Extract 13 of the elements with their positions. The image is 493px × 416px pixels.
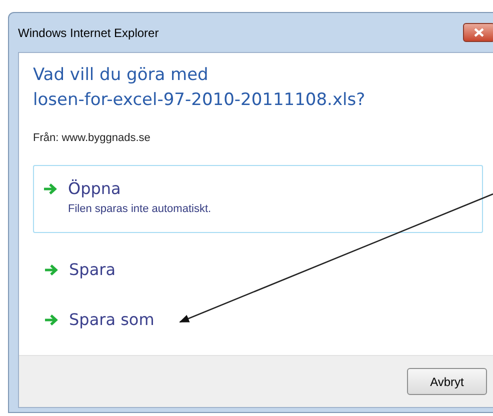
window-title: Windows Internet Explorer (18, 24, 159, 42)
close-button[interactable] (463, 23, 493, 42)
arrow-icon (44, 264, 58, 276)
heading-text: losen-for-excel-97-2010-20111108.xls? (33, 89, 366, 112)
option-link[interactable]: Spara som (33, 295, 483, 345)
arrow-icon (44, 314, 58, 326)
source-text: Från: www.byggnads.se (33, 131, 152, 146)
arrow-icon (43, 182, 57, 194)
option-link[interactable]: Öppna Filen sparas inte automatiskt. (33, 164, 483, 233)
cancel-button[interactable]: Avbryt (407, 368, 487, 395)
close-icon (474, 28, 484, 37)
heading-text: Vad vill du göra med (33, 64, 210, 87)
option-link[interactable]: Spara (33, 245, 483, 295)
